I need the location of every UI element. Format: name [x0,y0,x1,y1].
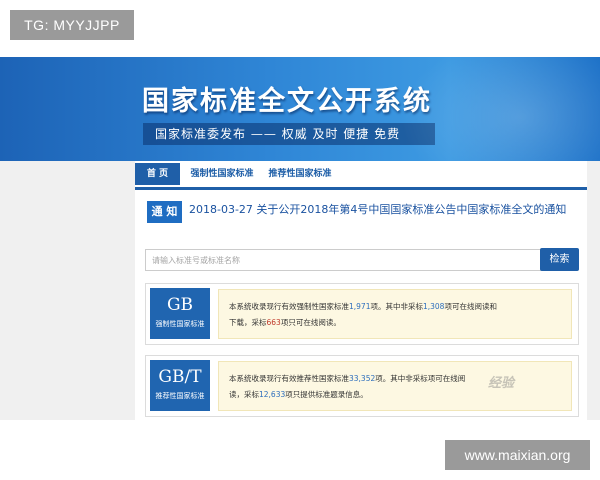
main-container: 首 页 强制性国家标准 推荐性国家标准 通 知 2018-03-27 关于公开2… [135,161,587,420]
gbt-logo-button[interactable]: GB/T 推荐性国家标准 [150,360,210,411]
notice-bar: 通 知 2018-03-27 关于公开2018年第4号中国国家标准公告中国家标准… [147,201,577,223]
desc-text: 项只可在线阅读。 [280,318,341,327]
gb-logo-button[interactable]: GB 强制性国家标准 [150,288,210,339]
watermark-tag: TG: MYYJJPP [10,10,134,40]
site-slogan: 国家标准委发布 —— 权威 及时 便捷 免费 [143,123,435,145]
desc-text: 项只提供标准题录信息。 [285,390,368,399]
std-code: GB/T [158,367,202,387]
adopted-count: 12,633 [259,390,286,399]
std-subtitle: 强制性国家标准 [155,320,205,328]
site-title: 国家标准全文公开系统 [142,86,432,117]
tab-mandatory-standards[interactable]: 强制性国家标准 [187,163,257,185]
site-watermark: www.maixian.org [445,440,590,470]
desc-text: 本系统收录现行有效推荐性国家标准 [229,374,349,383]
tab-recommended-standards[interactable]: 推荐性国家标准 [265,163,335,185]
std-description: 本系统收录现行有效强制性国家标准1,971项。其中非采标1,308项可在线阅读和… [218,289,572,339]
std-subtitle: 推荐性国家标准 [155,392,205,400]
std-description-text: 本系统收录现行有效强制性国家标准1,971项。其中非采标1,308项可在线阅读和… [229,299,561,331]
search-button[interactable]: 检索 [540,248,579,271]
desc-text: 项可在线阅读和 [444,302,497,311]
desc-text: 项可在线阅 [427,374,466,383]
std-description: 本系统收录现行有效推荐性国家标准33,352项。其中非采标项可在线阅读，采标12… [218,361,572,411]
page: TG: MYYJJPP 国家标准全文公开系统 国家标准委发布 —— 权威 及时 … [0,0,600,480]
gb-standard-card: GB 强制性国家标准 本系统收录现行有效强制性国家标准1,971项。其中非采标1… [145,283,579,345]
search-input[interactable] [145,249,546,271]
std-code: GB [166,295,194,315]
notice-badge: 通 知 [147,201,182,223]
adopted-count: 663 [266,318,281,327]
desc-text: 本系统收录现行有效强制性国家标准 [229,302,349,311]
non-adopted-count: 1,308 [422,302,445,311]
desc-text: 读，采标 [229,390,259,399]
total-count: 33,352 [349,374,376,383]
notice-link[interactable]: 2018-03-27 关于公开2018年第4号中国国家标准公告中国家标准全文的通… [189,201,566,219]
tab-home[interactable]: 首 页 [135,163,180,185]
jingyan-watermark: 经验 [488,376,515,391]
header-banner: 国家标准全文公开系统 国家标准委发布 —— 权威 及时 便捷 免费 [0,57,600,161]
nav-bar: 首 页 强制性国家标准 推荐性国家标准 [135,161,587,190]
desc-text: 项。其中非采标 [375,374,428,383]
desc-text: 项。其中非采标 [370,302,423,311]
total-count: 1,971 [349,302,371,311]
desc-text: 下载，采标 [229,318,267,327]
